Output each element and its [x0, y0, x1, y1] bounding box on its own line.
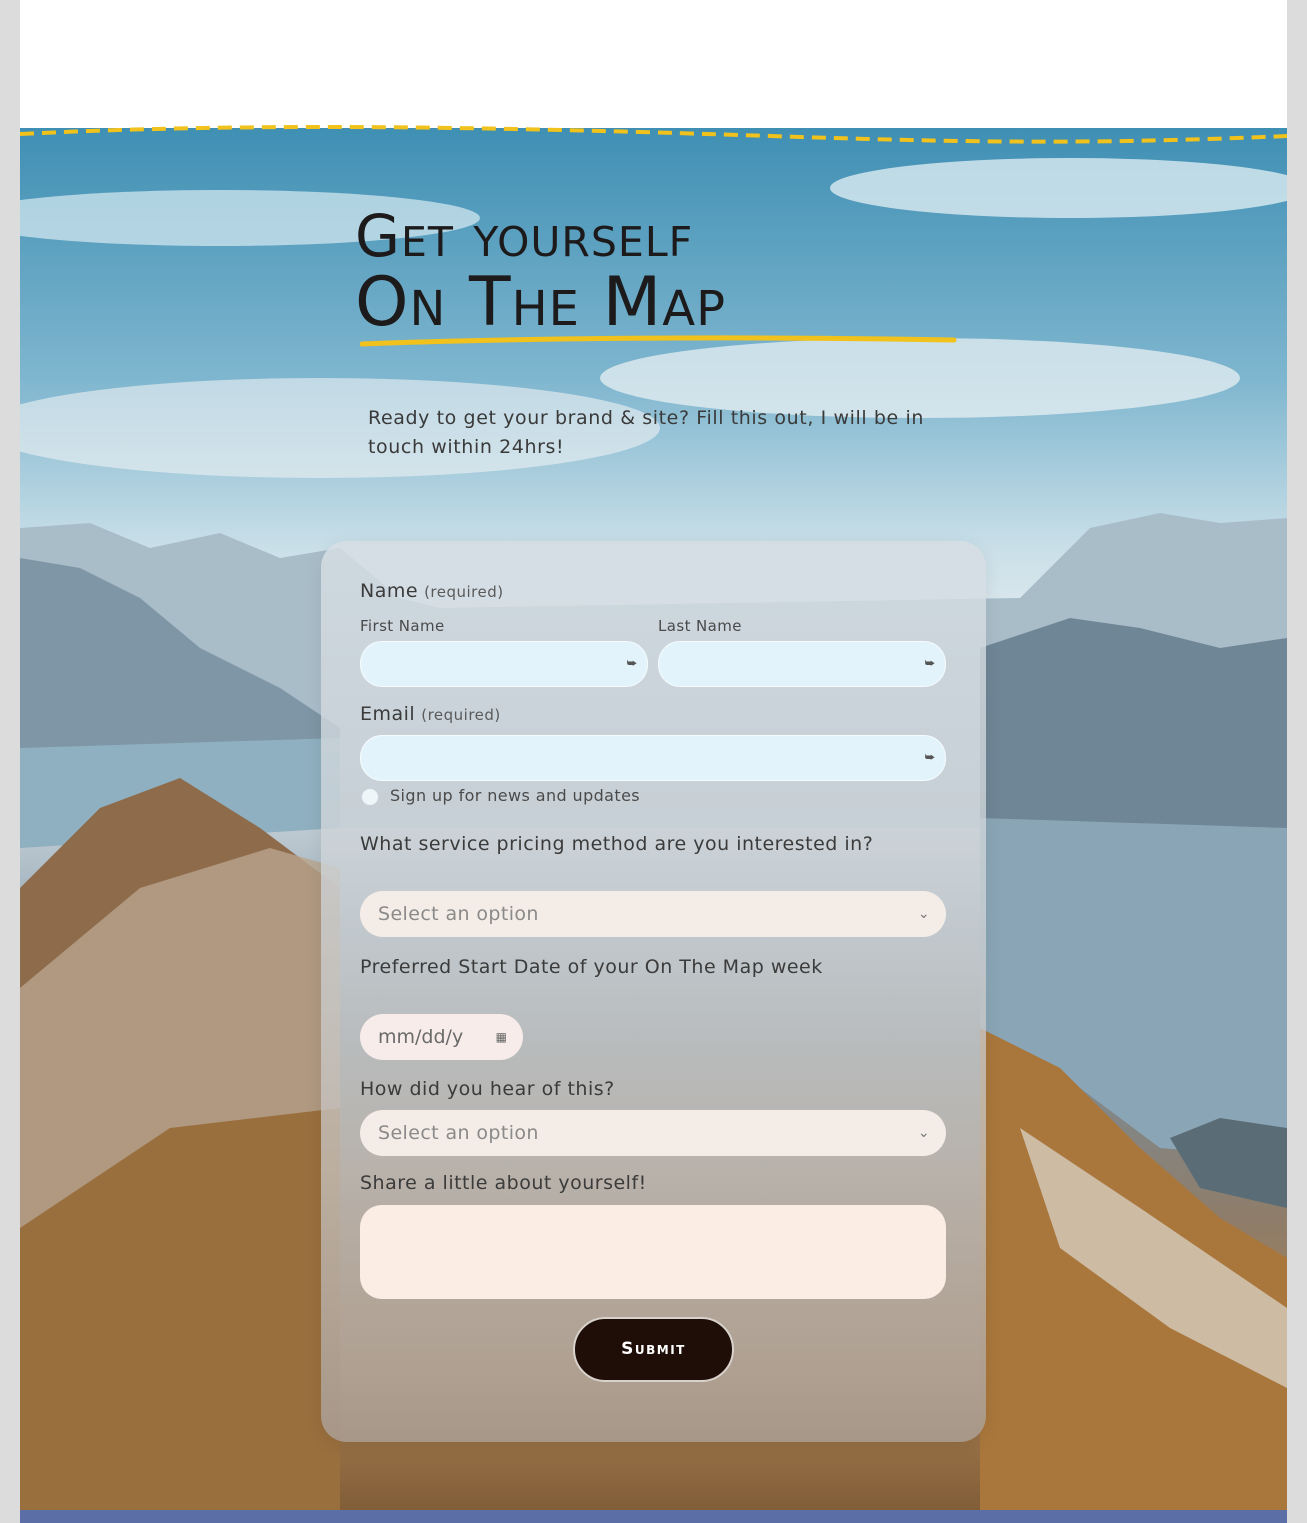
pricing-select[interactable]: Select an option ⌄ — [360, 891, 946, 937]
start-date-placeholder: mm/dd/y — [378, 1026, 464, 1048]
last-name-input[interactable]: ⮩ — [658, 641, 946, 687]
submit-button[interactable]: Submit — [573, 1317, 734, 1382]
pricing-select-value: Select an option — [378, 903, 539, 925]
autofill-icon: ⮩ — [626, 657, 637, 670]
first-name-input[interactable]: ⮩ — [360, 641, 648, 687]
dashed-border-bottom — [20, 1510, 1287, 1523]
referral-select-value: Select an option — [378, 1122, 539, 1144]
chevron-down-icon: ⌄ — [917, 906, 930, 922]
email-label-text: Email — [360, 703, 416, 725]
page-title: Get yourself On The Map — [355, 205, 955, 339]
title-underline — [360, 335, 957, 347]
start-date-label: Preferred Start Date of your On The Map … — [360, 956, 823, 978]
autofill-icon: ⮩ — [924, 751, 935, 764]
email-input[interactable]: ⮩ — [360, 735, 946, 781]
newsletter-checkbox[interactable] — [361, 788, 379, 806]
title-line-2: On The Map — [355, 263, 727, 342]
start-date-input[interactable]: mm/dd/y ▦ — [360, 1014, 523, 1060]
name-label-text: Name — [360, 580, 419, 602]
newsletter-label: Sign up for news and updates — [390, 786, 641, 805]
calendar-icon[interactable]: ▦ — [496, 1014, 507, 1060]
email-required-tag: (required) — [421, 706, 501, 724]
autofill-icon: ⮩ — [924, 657, 935, 670]
name-label: Name (required) — [360, 580, 504, 602]
pricing-label: What service pricing method are you inte… — [360, 833, 874, 855]
name-required-tag: (required) — [424, 583, 504, 601]
last-name-label: Last Name — [658, 617, 742, 635]
about-textarea[interactable] — [360, 1205, 946, 1299]
about-label: Share a little about yourself! — [360, 1172, 647, 1194]
title-line-1: Get yourself — [355, 202, 694, 270]
referral-label: How did you hear of this? — [360, 1078, 615, 1100]
chevron-down-icon: ⌄ — [917, 1125, 930, 1141]
email-label: Email (required) — [360, 703, 501, 725]
referral-select[interactable]: Select an option ⌄ — [360, 1110, 946, 1156]
intro-text: Ready to get your brand & site? Fill thi… — [368, 407, 924, 458]
first-name-label: First Name — [360, 617, 445, 635]
